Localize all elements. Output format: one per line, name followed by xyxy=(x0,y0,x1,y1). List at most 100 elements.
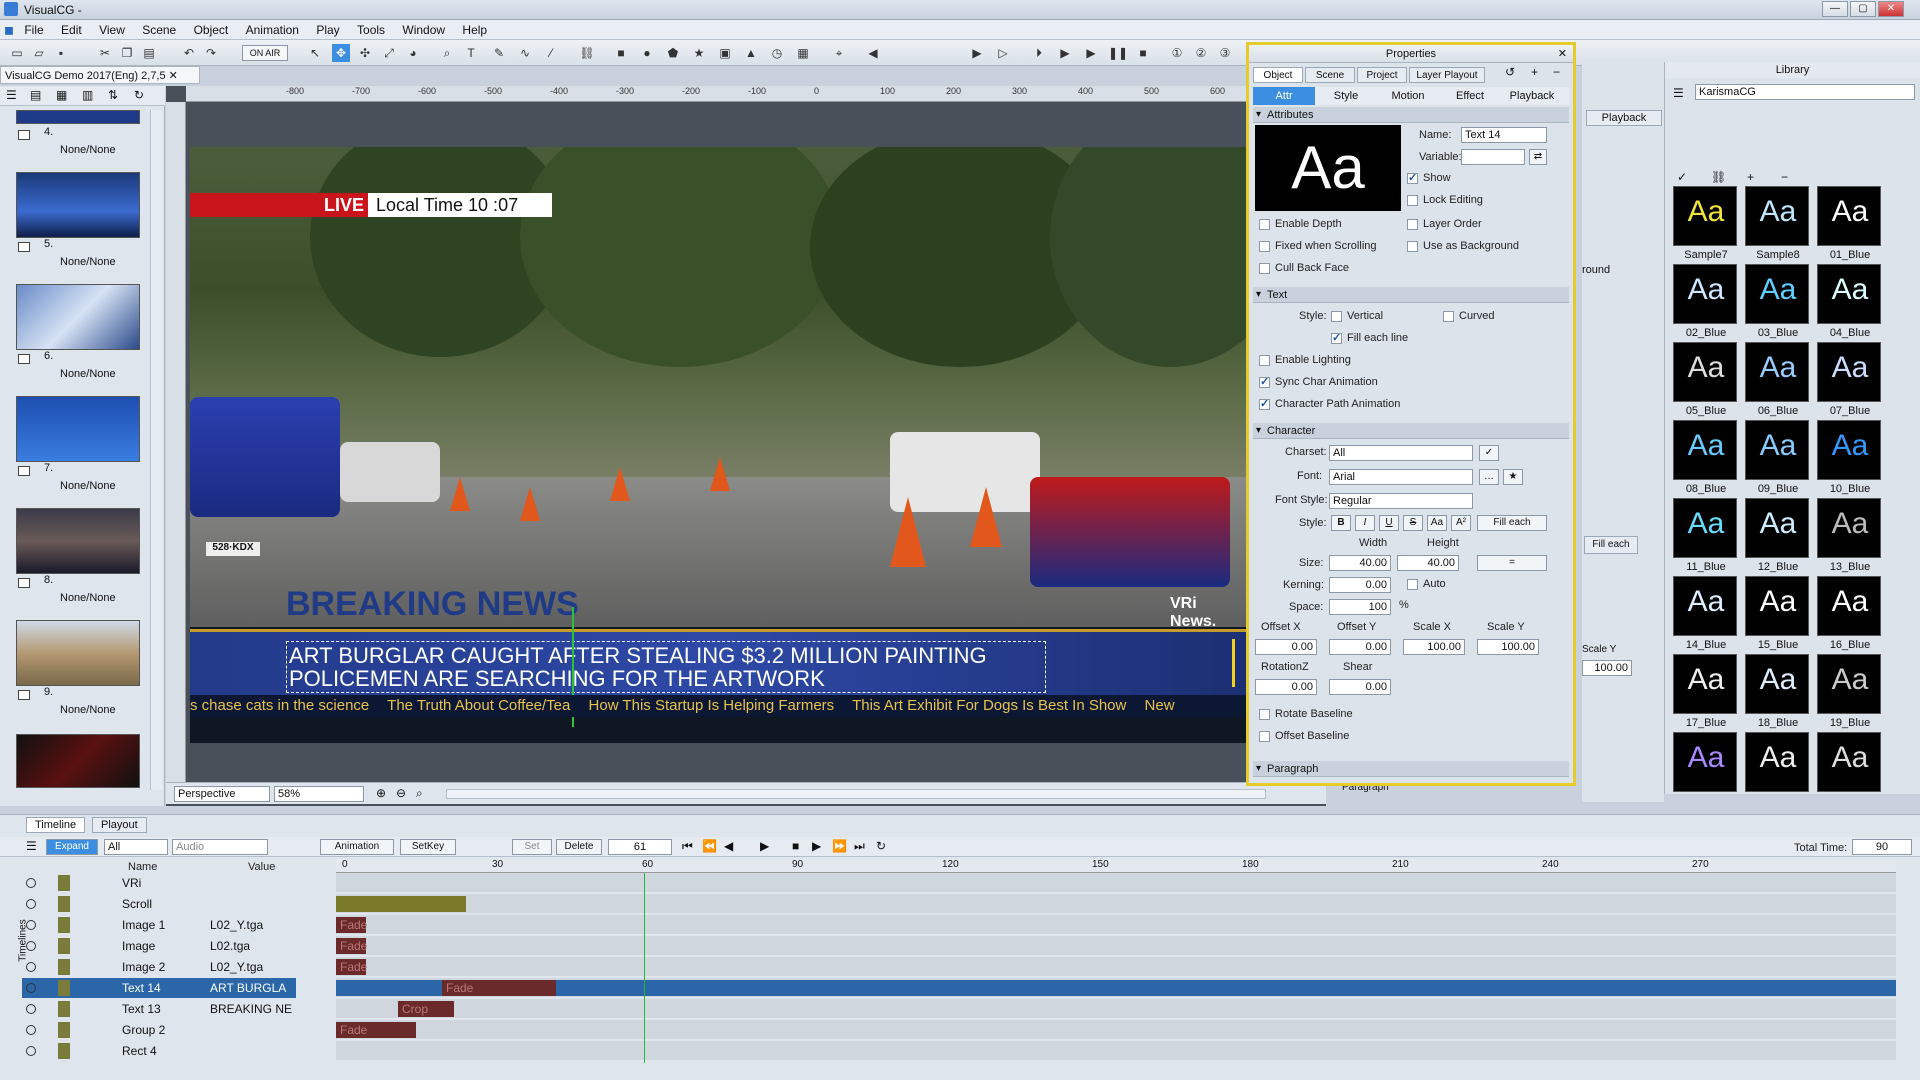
lock-editing-checkbox[interactable] xyxy=(1407,195,1418,206)
save-icon[interactable]: ▪ xyxy=(52,44,70,62)
visibility-icon[interactable] xyxy=(26,920,36,930)
visibility-icon[interactable] xyxy=(26,983,36,993)
zoom-fit-icon[interactable]: ⌕ xyxy=(416,786,423,801)
library-item[interactable]: Aa 02_Blue xyxy=(1673,264,1737,339)
visibility-icon[interactable] xyxy=(26,878,36,888)
library-item[interactable]: Aa 09_Blue xyxy=(1745,420,1809,495)
library-menu-icon[interactable]: ☰ xyxy=(1673,86,1684,100)
scene-thumb-5[interactable] xyxy=(16,172,140,238)
section-text[interactable]: Text xyxy=(1253,287,1569,303)
timeline-track[interactable] xyxy=(336,1041,1896,1061)
bold-button[interactable]: B xyxy=(1331,515,1351,531)
library-item[interactable]: Aa 04_Blue xyxy=(1817,264,1881,339)
tab-scene[interactable]: Scene xyxy=(1305,67,1355,83)
rotate-icon[interactable]: ✣ xyxy=(356,44,374,62)
rewind-icon[interactable]: ⏪ xyxy=(702,839,717,853)
library-item[interactable]: Aa 03_Blue xyxy=(1745,264,1809,339)
offset-baseline-checkbox[interactable] xyxy=(1259,731,1270,742)
scene-thumb-9[interactable] xyxy=(16,620,140,686)
timeline-track[interactable]: Fade xyxy=(336,915,1896,935)
timeline-track[interactable]: Fade xyxy=(336,1020,1896,1040)
scale-y-input[interactable]: 100.00 xyxy=(1477,639,1539,655)
library-item[interactable]: Aa Sample8 xyxy=(1745,186,1809,261)
underline-button[interactable]: U xyxy=(1379,515,1399,531)
pen-icon[interactable]: ✎ xyxy=(490,44,508,62)
open-icon[interactable]: ▱ xyxy=(30,44,48,62)
timeline-row[interactable]: Image L02.tga xyxy=(22,936,296,956)
italic-button[interactable]: I xyxy=(1355,515,1375,531)
font-browse-button[interactable]: … xyxy=(1479,469,1499,485)
list-view-icon[interactable]: ☰ xyxy=(6,88,17,102)
subtab-playback[interactable]: Playback xyxy=(1501,87,1563,105)
cull-back-face-checkbox[interactable] xyxy=(1259,263,1270,274)
menu-tools[interactable]: Tools xyxy=(350,20,392,40)
move-icon[interactable]: ✥ xyxy=(332,44,350,62)
timeline-clip[interactable]: Fade xyxy=(442,980,556,996)
redo-icon[interactable]: ↷ xyxy=(202,44,220,62)
font-style-select[interactable]: Regular xyxy=(1329,493,1473,509)
case-button[interactable]: Aa xyxy=(1427,515,1447,531)
section-attributes[interactable]: Attributes xyxy=(1253,107,1569,123)
play-timeline-icon[interactable]: ▶ xyxy=(760,839,769,853)
curve-icon[interactable]: ∿ xyxy=(516,44,534,62)
sync-char-animation-checkbox[interactable] xyxy=(1259,375,1270,388)
scene-thumb-8[interactable] xyxy=(16,508,140,574)
step-icon[interactable]: ⏵ xyxy=(1030,44,1048,62)
document-tab[interactable]: VisualCG Demo 2017(Eng) 2,7,5 ✕ xyxy=(0,66,200,84)
prev-frame-icon[interactable]: ◀ xyxy=(724,839,733,853)
rectangle-icon[interactable]: ■ xyxy=(612,44,630,62)
playhead[interactable] xyxy=(644,873,645,1063)
library-add-icon[interactable]: + xyxy=(1747,170,1754,184)
timeline-track[interactable]: Crop xyxy=(336,999,1896,1019)
library-item[interactable]: Aa 15_Blue xyxy=(1745,576,1809,651)
menu-scene[interactable]: Scene xyxy=(135,20,183,40)
visibility-icon[interactable] xyxy=(26,962,36,972)
library-item[interactable]: Aa 14_Blue xyxy=(1673,576,1737,651)
use-background-checkbox[interactable] xyxy=(1407,241,1418,252)
rotation-z-input[interactable]: 0.00 xyxy=(1255,679,1317,695)
play-icon[interactable]: ▶ xyxy=(1056,44,1074,62)
size-height-input[interactable]: 40.00 xyxy=(1397,555,1459,571)
library-item[interactable]: Aa xyxy=(1673,732,1737,792)
on-air-button[interactable]: ON AIR xyxy=(242,45,288,61)
new-icon[interactable]: ▭ xyxy=(8,44,26,62)
font-select[interactable]: Arial xyxy=(1329,469,1473,485)
subtab-style[interactable]: Style xyxy=(1315,87,1377,105)
zoom-icon[interactable]: ⌕ xyxy=(438,44,456,62)
library-item[interactable]: Aa 19_Blue xyxy=(1817,654,1881,729)
tab-layer-playout[interactable]: Layer Playout xyxy=(1409,67,1485,83)
scene-list-scrollbar[interactable] xyxy=(150,110,162,790)
zoom-in-icon[interactable]: ⊕ xyxy=(376,786,386,800)
maximize-button[interactable]: ▢ xyxy=(1850,1,1876,17)
text-tool-icon[interactable]: T xyxy=(462,44,480,62)
play-frame-icon[interactable]: ▷ xyxy=(994,44,1012,62)
properties-titlebar[interactable]: Properties ✕ xyxy=(1249,45,1573,63)
sort-icon[interactable]: ⇅ xyxy=(108,88,118,102)
shear-input[interactable]: 0.00 xyxy=(1329,679,1391,695)
timeline-row[interactable]: Text 14 ART BURGLA xyxy=(22,978,296,998)
strikethrough-button[interactable]: S xyxy=(1403,515,1423,531)
eyedropper-icon[interactable]: ⁄ xyxy=(542,44,560,62)
horizontal-scrollbar[interactable] xyxy=(446,789,1266,799)
total-time-input[interactable]: 90 xyxy=(1852,839,1912,855)
close-button[interactable]: ✕ xyxy=(1878,1,1904,17)
scene-viewport[interactable]: 528·KDX LIVE Local Time 10 :07 VRi News.… xyxy=(190,147,1246,743)
image-icon[interactable]: ▣ xyxy=(716,44,734,62)
timeline-clip[interactable] xyxy=(336,896,466,912)
timeline-track[interactable] xyxy=(336,894,1896,914)
name-input[interactable]: Text 14 xyxy=(1461,127,1547,143)
library-item[interactable]: Aa 05_Blue xyxy=(1673,342,1737,417)
character-path-animation-checkbox[interactable] xyxy=(1259,397,1270,410)
timeline-row[interactable]: Rect 4 xyxy=(22,1041,296,1061)
tab-object[interactable]: Object xyxy=(1253,67,1303,83)
library-item[interactable]: Aa 18_Blue xyxy=(1745,654,1809,729)
apply-check-icon[interactable]: ✓ xyxy=(1677,170,1687,184)
grid-view-icon[interactable]: ▤ xyxy=(30,88,41,102)
timeline-clip[interactable]: Fade xyxy=(336,917,367,933)
tab-playout[interactable]: Playout xyxy=(92,817,147,833)
size-equal-button[interactable]: = xyxy=(1477,555,1547,571)
subtab-effect[interactable]: Effect xyxy=(1439,87,1501,105)
offset-x-input[interactable]: 0.00 xyxy=(1255,639,1317,655)
size-width-input[interactable]: 40.00 xyxy=(1329,555,1391,571)
scale-x-input[interactable]: 100.00 xyxy=(1403,639,1465,655)
